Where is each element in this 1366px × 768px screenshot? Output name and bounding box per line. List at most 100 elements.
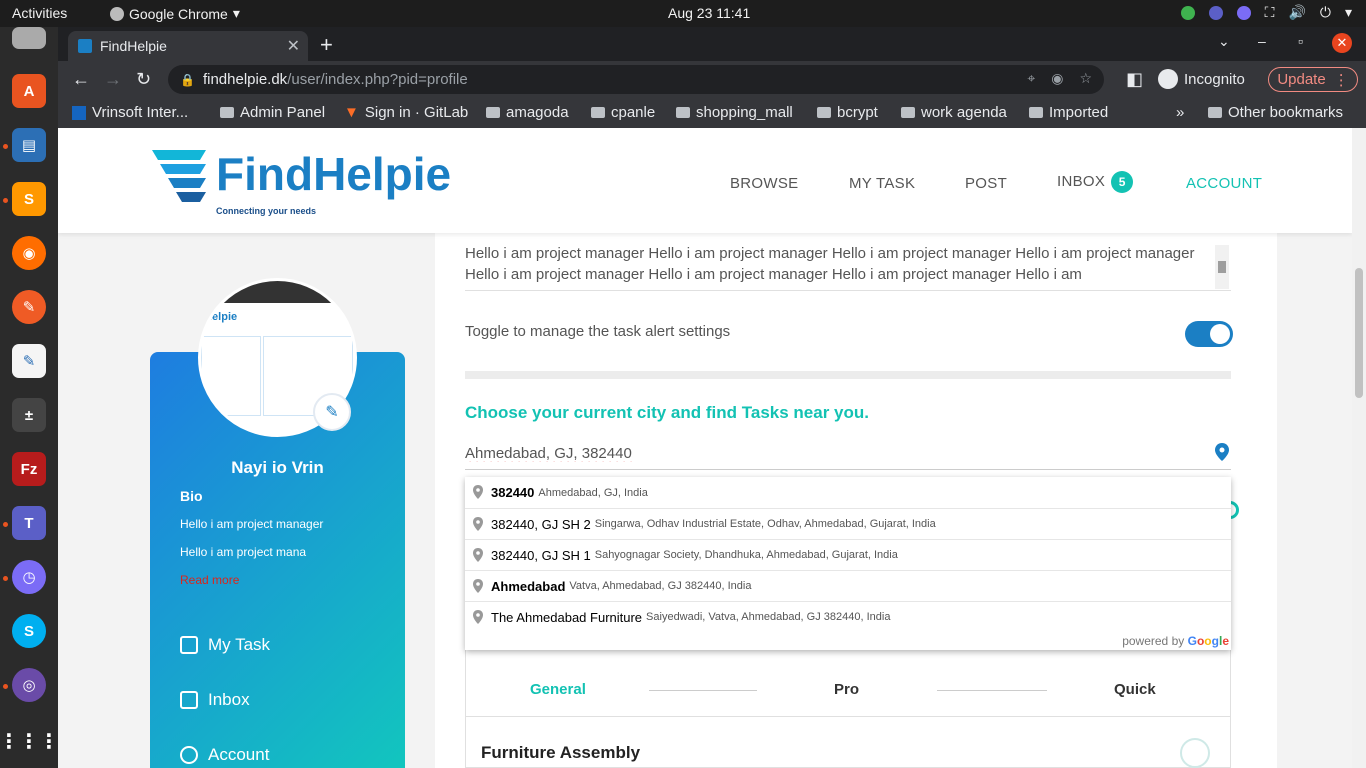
favicon-icon: [78, 39, 92, 53]
software-store-icon[interactable]: A: [12, 74, 46, 108]
nav-post[interactable]: POST: [965, 175, 1007, 192]
postman-icon[interactable]: ✎: [12, 290, 46, 324]
nav-browse[interactable]: BROWSE: [730, 175, 798, 192]
tab-general[interactable]: General: [530, 681, 586, 698]
autocomplete-main: 382440, GJ SH 1: [491, 547, 591, 563]
sidebar-item-my-task[interactable]: My Task: [180, 635, 270, 655]
task-category-checkbox[interactable]: [1180, 738, 1210, 768]
page-scrollbar[interactable]: [1352, 128, 1366, 768]
site-logo[interactable]: FindHelpie Connecting your needs: [150, 146, 451, 216]
bio-heading: Bio: [180, 488, 203, 504]
incognito-indicator[interactable]: Incognito: [1158, 69, 1245, 89]
autocomplete-item[interactable]: Ahmedabad Vatva, Ahmedabad, GJ 382440, I…: [465, 570, 1231, 601]
minimize-icon[interactable]: –: [1258, 33, 1266, 49]
sidebar-item-inbox[interactable]: Inbox: [180, 690, 250, 710]
chevron-down-icon[interactable]: ▾: [1345, 4, 1352, 21]
powered-by-google: powered by Google: [1122, 634, 1229, 648]
nav-my-task[interactable]: MY TASK: [849, 175, 915, 192]
folder-icon: [220, 107, 234, 118]
chrome-icon: [110, 6, 124, 21]
bio-textarea[interactable]: Hello i am project manager Hello i am pr…: [465, 243, 1231, 291]
site-header: FindHelpie Connecting your needs BROWSE …: [58, 128, 1352, 233]
tab-quick[interactable]: Quick: [1114, 681, 1156, 698]
filezilla-icon[interactable]: Fz: [12, 452, 46, 486]
read-more-link[interactable]: Read more: [180, 573, 239, 587]
tracking-protection-icon[interactable]: ◉: [1051, 70, 1063, 87]
files-icon[interactable]: [12, 27, 46, 49]
power-icon[interactable]: ⏻: [1320, 4, 1331, 21]
task-level-card: General Pro Quick Furniture Assembly: [465, 637, 1231, 768]
autocomplete-item[interactable]: The Ahmedabad Furniture Saiyedwadi, Vatv…: [465, 601, 1231, 632]
bookmark-folder[interactable]: bcrypt: [817, 104, 878, 121]
maximize-icon[interactable]: ▫: [1298, 33, 1303, 49]
bookmark-folder[interactable]: Admin Panel: [220, 104, 325, 121]
firefox-icon[interactable]: ◉: [12, 236, 46, 270]
browser-tab[interactable]: FindHelpie ✕: [68, 31, 308, 61]
tab-search-icon[interactable]: ⌄: [1218, 33, 1230, 50]
autocomplete-item[interactable]: 382440 Ahmedabad, GJ, India: [465, 477, 1231, 508]
nav-inbox[interactable]: INBOX 5: [1057, 171, 1134, 193]
volume-icon[interactable]: 🔊: [1288, 4, 1305, 21]
system-tray[interactable]: ⛶ 🔊 ⏻ ▾: [1180, 4, 1352, 21]
other-bookmarks-folder[interactable]: Other bookmarks: [1208, 104, 1343, 121]
autocomplete-secondary: Vatva, Ahmedabad, GJ 382440, India: [569, 580, 752, 592]
forward-icon[interactable]: →: [104, 69, 122, 90]
network-icon[interactable]: ⛶: [1265, 4, 1275, 21]
update-button[interactable]: Update ⋮: [1268, 67, 1358, 92]
autocomplete-item[interactable]: 382440, GJ SH 2 Singarwa, Odhav Industri…: [465, 508, 1231, 539]
show-apps-icon[interactable]: ⋮⋮⋮: [0, 724, 59, 758]
clock[interactable]: Aug 23 11:41: [668, 5, 750, 21]
wings-logo-icon: [152, 150, 206, 202]
bookmark-folder[interactable]: work agenda: [901, 104, 1007, 121]
teams-icon[interactable]: T: [12, 506, 46, 540]
bookmark-item[interactable]: Vrinsoft Inter...: [72, 104, 188, 121]
window-close-icon[interactable]: ✕: [1332, 33, 1352, 53]
bookmark-star-icon[interactable]: ☆: [1079, 70, 1092, 87]
bookmarks-overflow-icon[interactable]: »: [1176, 104, 1184, 121]
autocomplete-secondary: Saiyedwadi, Vatva, Ahmedabad, GJ 382440,…: [646, 611, 891, 623]
bio-line: Hello i am project manager: [180, 517, 324, 531]
task-alert-toggle[interactable]: [1185, 321, 1233, 347]
calculator-icon[interactable]: ±: [12, 398, 46, 432]
autocomplete-item[interactable]: 382440, GJ SH 1 Sahyognagar Society, Dha…: [465, 539, 1231, 570]
sublime-text-icon[interactable]: S: [12, 182, 46, 216]
bookmark-item[interactable]: ▼ Sign in · GitLab: [344, 104, 468, 121]
chevron-down-icon: ▾: [232, 5, 240, 21]
reload-icon[interactable]: ↻: [136, 69, 151, 90]
tab-pro[interactable]: Pro: [834, 681, 859, 698]
activities-button[interactable]: Activities: [12, 5, 67, 21]
timer-tray-icon[interactable]: [1236, 5, 1251, 20]
bookmark-folder[interactable]: shopping_mall: [676, 104, 793, 121]
lock-icon[interactable]: 🔒: [180, 73, 195, 87]
app-menu[interactable]: Google Chrome ▾: [110, 5, 240, 22]
bookmark-folder[interactable]: Imported: [1029, 104, 1108, 121]
bio-scrollbar[interactable]: [1215, 245, 1229, 289]
tab-title: FindHelpie: [100, 38, 167, 54]
location-icon[interactable]: ⌖: [1027, 70, 1035, 87]
folder-icon: [591, 107, 605, 118]
city-search-input[interactable]: [465, 438, 1231, 470]
bookmark-folder[interactable]: cpanle: [591, 104, 655, 121]
skype-icon[interactable]: S: [12, 614, 46, 648]
address-bar[interactable]: 🔒 findhelpie.dk/user/index.php?pid=profi…: [168, 65, 1104, 94]
web-page: FindHelpie Connecting your needs BROWSE …: [58, 128, 1352, 768]
side-panel-icon[interactable]: ◧: [1126, 69, 1143, 90]
new-tab-button[interactable]: +: [320, 32, 333, 58]
document-viewer-icon[interactable]: ▤: [12, 128, 46, 162]
close-tab-icon[interactable]: ✕: [287, 36, 300, 56]
text-editor-icon[interactable]: ✎: [12, 344, 46, 378]
time-tracker-icon[interactable]: ◷: [12, 560, 46, 594]
edit-avatar-button[interactable]: ✎: [313, 393, 351, 431]
back-icon[interactable]: ←: [72, 69, 90, 90]
teams-tray-icon[interactable]: [1208, 5, 1223, 20]
url-path: /user/index.php?pid=profile: [287, 71, 468, 88]
url-host: findhelpie.dk: [202, 71, 288, 88]
sidebar-item-account[interactable]: Account: [180, 745, 269, 765]
update-notifier-icon[interactable]: [1180, 5, 1195, 20]
bookmark-folder[interactable]: amagoda: [486, 104, 569, 121]
browser-globe-icon[interactable]: ◎: [12, 668, 46, 702]
map-pin-icon[interactable]: [1215, 443, 1229, 461]
nav-account[interactable]: ACCOUNT: [1186, 175, 1262, 192]
bio-line: Hello i am project mana: [180, 545, 307, 559]
folder-icon: [676, 107, 690, 118]
